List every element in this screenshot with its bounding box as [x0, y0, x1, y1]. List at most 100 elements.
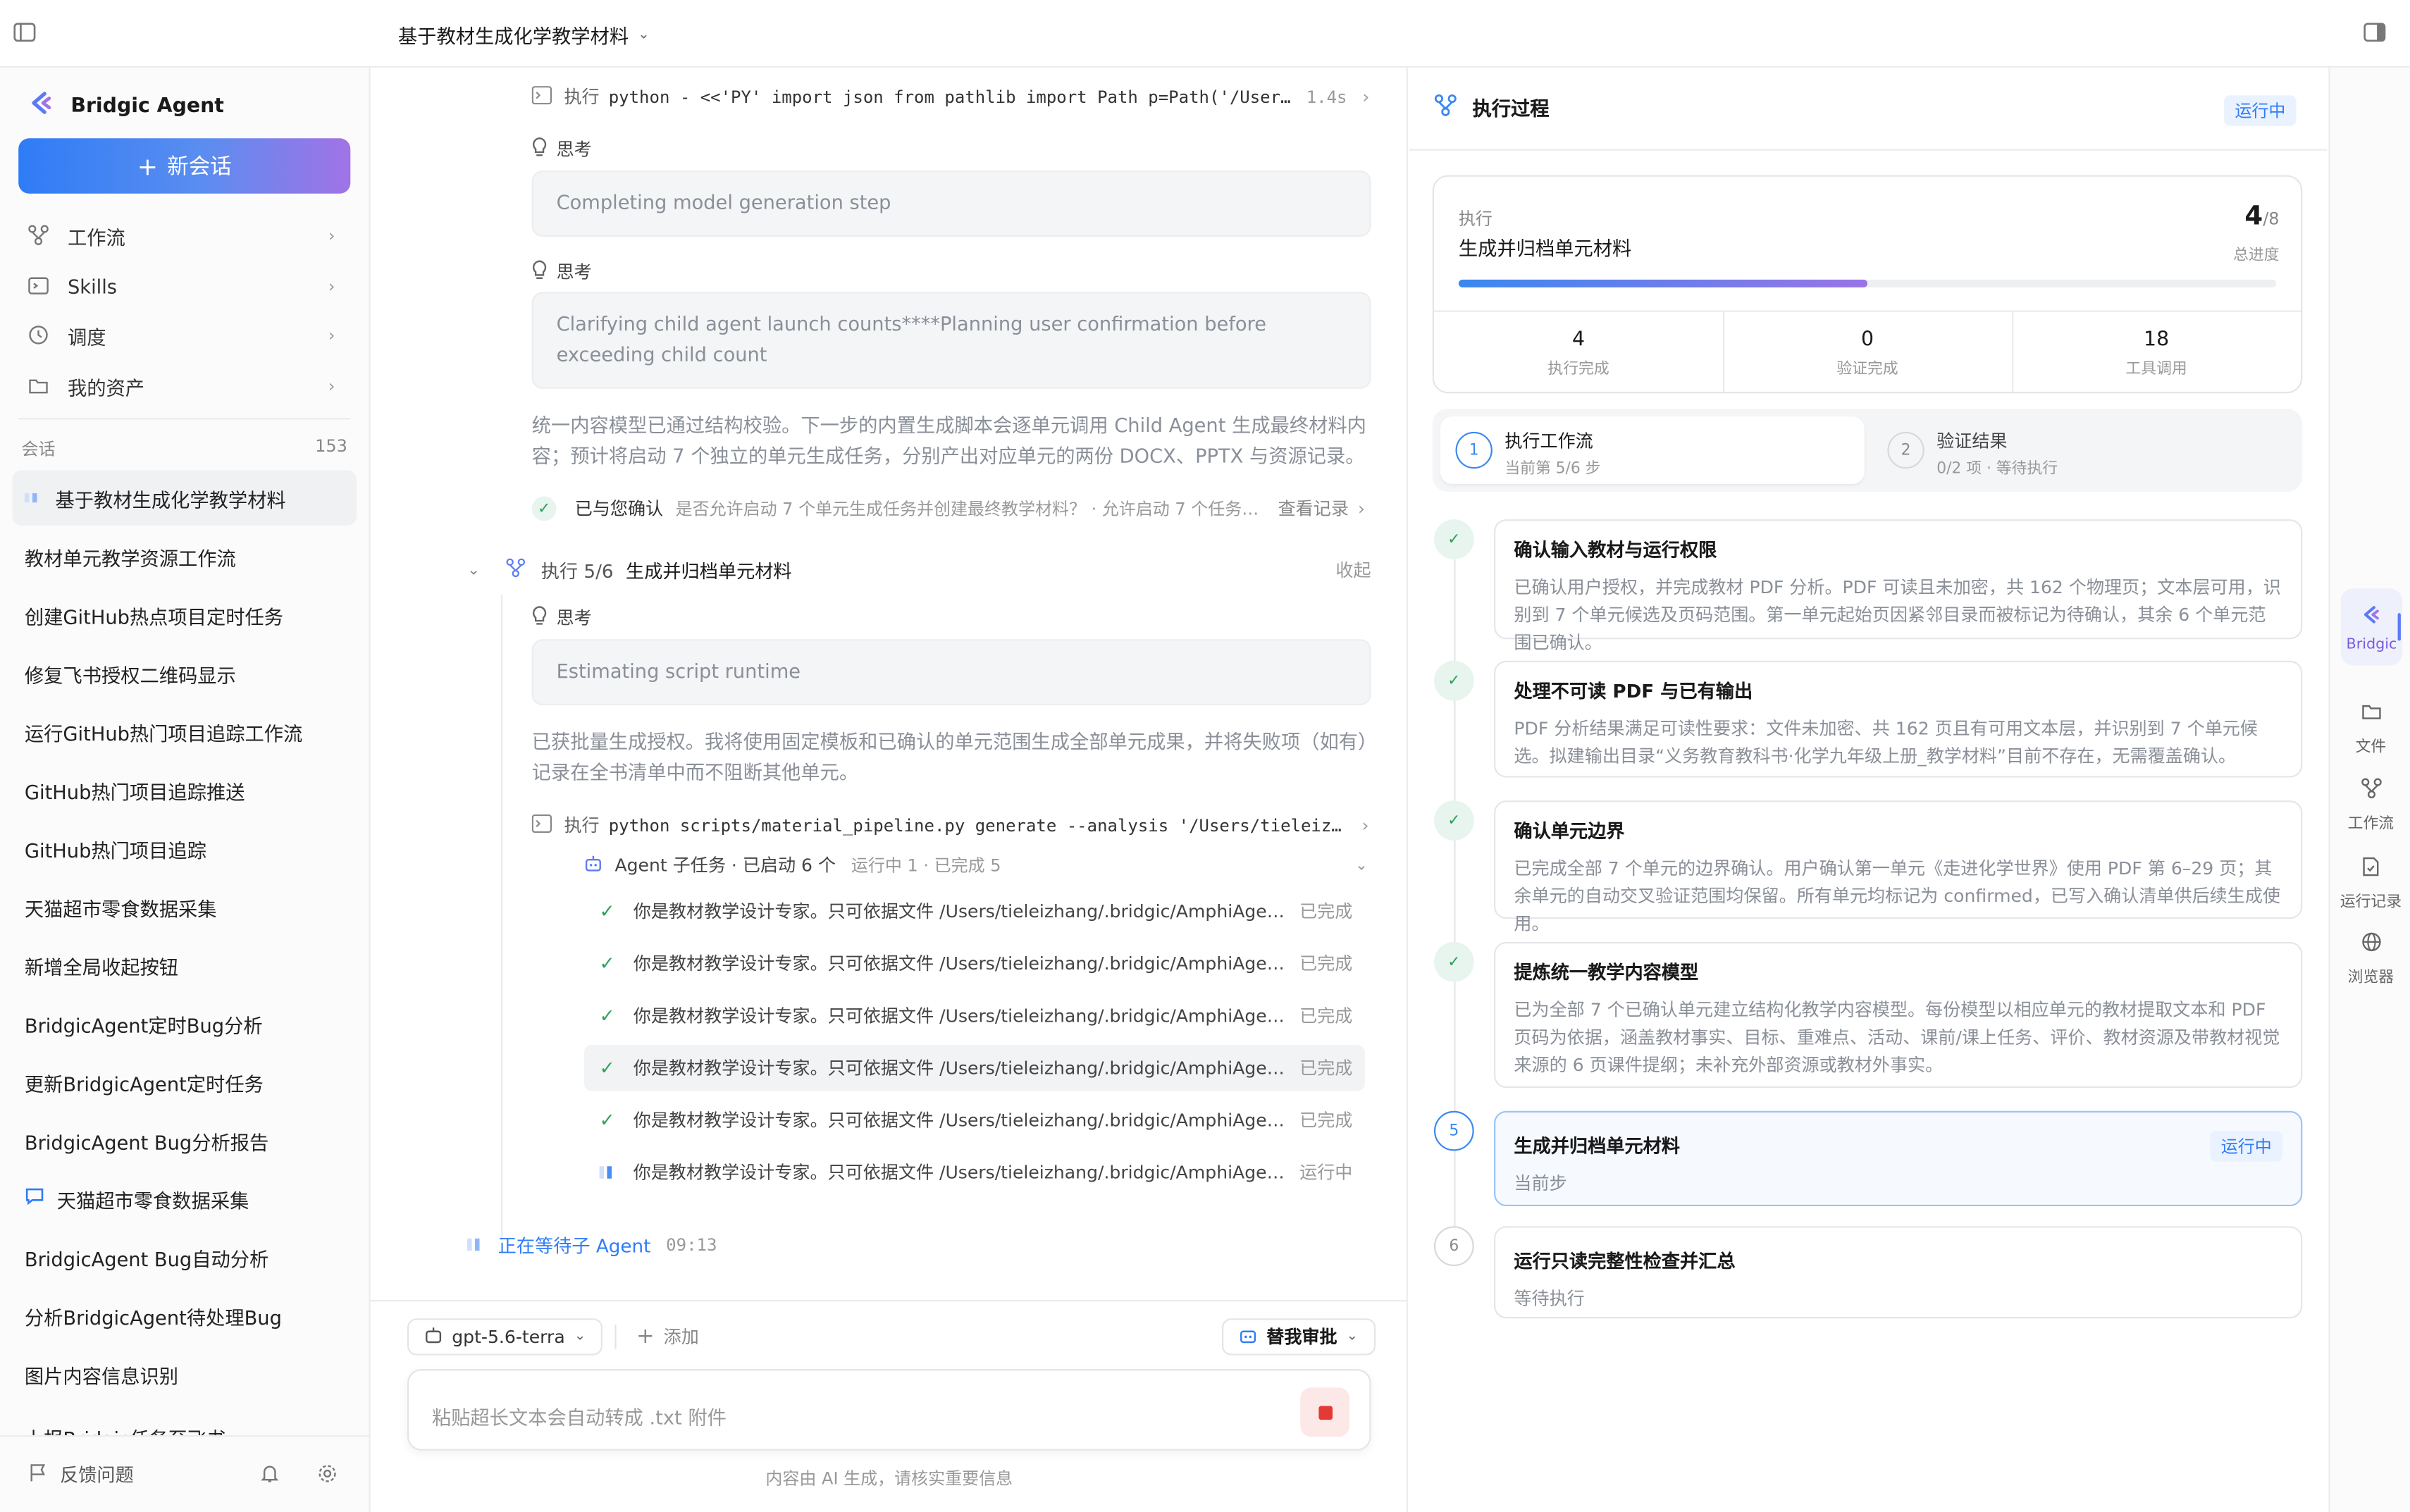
step-done-icon: ✓ — [1433, 941, 1474, 982]
session-item[interactable]: 运行GitHub热门项目追踪工作流 — [12, 704, 357, 760]
feedback-link[interactable]: 反馈问题 — [60, 1461, 134, 1487]
session-item[interactable]: BridgicAgent定时Bug分析 — [12, 996, 357, 1051]
toggle-sidebar-icon[interactable] — [12, 20, 37, 44]
subtask-row[interactable]: ✓ 你是教材教学设计专家。只可依据文件 /Users/tieleizhang/.… — [584, 888, 1365, 934]
step-description: 等待执行 — [1514, 1287, 1585, 1310]
session-item-active[interactable]: 基于教材生成化学教学材料 — [12, 470, 357, 526]
approval-mode-label: 替我审批 — [1266, 1326, 1337, 1348]
stat-label: 执行完成 — [1547, 361, 1609, 378]
workflow-step-3[interactable]: 确认单元边界 已完成全部 7 个单元的边界确认。用户确认第一单元《走进化学世界》… — [1494, 800, 2303, 934]
tool-call-row[interactable]: 执行 python scripts/material_pipeline.py g… — [531, 808, 1370, 842]
tab-verify-results[interactable]: 2 验证结果 0/2 项 · 等待执行 — [1872, 416, 2297, 484]
waiting-indicator: 正在等待子 Agent 09:13 — [467, 1228, 717, 1262]
workflow-step-6[interactable]: 运行只读完整性检查并汇总 等待执行 — [1494, 1226, 2303, 1319]
view-record-link[interactable]: 查看记录 — [1278, 496, 1349, 521]
rail-item-run-records[interactable]: 运行记录 — [2330, 856, 2410, 911]
session-item[interactable]: 教材单元教学资源工作流 — [12, 528, 357, 584]
chevron-right-icon: › — [1361, 814, 1369, 836]
session-label: 上报Bridgic任务至飞书 — [25, 1423, 226, 1435]
tab-execute-workflow[interactable]: 1 执行工作流 当前第 5/6 步 — [1440, 416, 1865, 484]
conversation-title[interactable]: 基于教材生成化学教学材料 ⌄ — [398, 20, 650, 49]
workflow-step-2[interactable]: 处理不可读 PDF 与已有输出 PDF 分析结果满足可读性要求：文件未加密、共 … — [1494, 660, 2303, 778]
session-label: 天猫超市零食数据采集 — [24, 896, 217, 920]
status-badge: 运行中 — [2224, 95, 2297, 126]
add-attachment-button[interactable]: + 添加 — [636, 1318, 699, 1355]
subtask-status: 运行中 — [1299, 1161, 1353, 1184]
bell-icon[interactable] — [260, 1463, 280, 1489]
session-item[interactable]: GitHub热门项目追踪 — [12, 821, 357, 876]
session-item[interactable]: 新增全局收起按钮 — [12, 937, 357, 993]
toggle-panel-icon[interactable] — [2362, 20, 2387, 44]
nav-item-schedule[interactable]: 调度 › — [18, 312, 350, 358]
execution-step-title: 生成并归档单元材料 — [626, 559, 792, 582]
rail-item-browser[interactable]: 浏览器 — [2330, 931, 2410, 986]
workflow-step-1[interactable]: 确认输入教材与运行权限 已确认用户授权，并完成教材 PDF 分析。PDF 可读且… — [1494, 519, 2303, 653]
workflow-step-5[interactable]: 生成并归档单元材料 当前步 运行中 — [1494, 1110, 2303, 1206]
progress-label: 总进度 — [2233, 247, 2280, 265]
session-item[interactable]: 天猫超市零食数据采集 — [12, 879, 357, 934]
subtask-status: 已完成 — [1299, 1109, 1353, 1132]
session-item[interactable]: BridgicAgent Bug自动分析 — [12, 1229, 357, 1285]
subtask-row[interactable]: ✓ 你是教材教学设计专家。只可依据文件 /Users/tieleizhang/.… — [584, 941, 1365, 986]
top-bar: 基于教材生成化学教学材料 ⌄ — [0, 0, 2410, 68]
session-item[interactable]: 上报Bridgic任务至飞书 — [12, 1404, 357, 1435]
tool-call-row[interactable]: 执行 python - <<'PY' import json from path… — [531, 80, 1369, 113]
subtask-text: 你是教材教学设计专家。只可依据文件 /Users/tieleizhang/.br… — [633, 900, 1287, 922]
workflow-icon — [18, 224, 58, 246]
subtask-group-header[interactable]: Agent 子任务 · 已启动 6 个 运行中 1 · 已完成 5 ⌄ — [584, 848, 1368, 882]
session-item[interactable]: 修复飞书授权二维码显示 — [12, 645, 357, 701]
step-done-icon: ✓ — [1433, 519, 1474, 559]
rail-item-workflow[interactable]: 工作流 — [2330, 778, 2410, 833]
workflow-icon — [2360, 778, 2382, 804]
brand-name: Bridgic Agent — [70, 94, 224, 118]
step-description: PDF 分析结果满足可读性要求：文件未加密、共 162 页且有可用文本层，并识别… — [1514, 717, 2258, 767]
nav-item-workflow[interactable]: 工作流 › — [18, 212, 350, 258]
rail-item-bridgic[interactable]: Bridgic — [2340, 588, 2403, 666]
session-item[interactable]: 天猫超市零食数据采集 — [12, 1171, 357, 1227]
rail-item-files[interactable]: 文件 — [2330, 700, 2410, 756]
running-indicator-icon — [467, 1238, 483, 1251]
step-status-badge: 运行中 — [2210, 1131, 2282, 1162]
session-item[interactable]: 分析BridgicAgent待处理Bug — [12, 1288, 357, 1344]
approval-mode-button[interactable]: 替我审批 ⌄ — [1221, 1318, 1376, 1356]
session-item[interactable]: 更新BridgicAgent定时任务 — [12, 1054, 357, 1110]
stat-value: 0 — [1861, 328, 1874, 352]
record-icon — [2361, 856, 2380, 882]
confirmation-row[interactable]: ✓ 已与您确认 是否允许启动 7 个单元生成任务并创建最终教学材料？ · 允许启… — [531, 492, 1370, 526]
chevron-down-icon: ⌄ — [574, 1329, 586, 1345]
chevron-down-icon: ⌄ — [1346, 1329, 1359, 1345]
stat-label: 工具调用 — [2125, 361, 2187, 378]
subtask-row[interactable]: ✓ 你是教材教学设计专家。只可依据文件 /Users/tieleizhang/.… — [583, 1045, 1365, 1091]
terminal-icon — [531, 85, 552, 109]
session-label: GitHub热门项目追踪推送 — [24, 779, 245, 803]
session-item[interactable]: 图片内容信息识别 — [12, 1346, 357, 1401]
session-item[interactable]: GitHub热门项目追踪推送 — [12, 762, 357, 818]
nav-item-assets[interactable]: 我的资产 › — [18, 363, 350, 409]
subtask-row[interactable]: ✓ 你是教材教学设计专家。只可依据文件 /Users/tieleizhang/.… — [584, 993, 1365, 1039]
settings-icon[interactable] — [316, 1463, 338, 1489]
bridgic-logo-icon — [27, 89, 55, 123]
workflow-step-4[interactable]: 提炼统一教学内容模型 已为全部 7 个已确认单元建立结构化教学内容模型。每份模型… — [1494, 941, 2303, 1089]
session-item[interactable]: BridgicAgent Bug分析报告 — [12, 1113, 357, 1168]
thinking-label-text: 思考 — [556, 261, 592, 283]
new-chat-button[interactable]: + 新会话 — [18, 138, 351, 194]
execution-step-prefix: 执行 5/6 — [540, 559, 614, 582]
robot-icon — [584, 853, 602, 876]
subtask-text: 你是教材教学设计专家。只可依据文件 /Users/tieleizhang/.br… — [633, 1005, 1287, 1027]
waiting-label: 正在等待子 Agent — [498, 1234, 651, 1256]
session-label: BridgicAgent Bug分析报告 — [24, 1130, 269, 1153]
model-selector[interactable]: gpt-5.6-terra ⌄ — [407, 1318, 603, 1356]
subtask-row[interactable]: 你是教材教学设计专家。只可依据文件 /Users/tieleizhang/.br… — [584, 1149, 1365, 1195]
collapse-button[interactable]: 收起 — [1335, 558, 1371, 583]
lightbulb-icon — [532, 260, 548, 285]
execution-step-header[interactable]: ⌄ 执行 5/6 生成并归档单元材料 收起 — [467, 553, 1374, 587]
nav-item-skills[interactable]: Skills › — [18, 263, 350, 309]
message-input-box[interactable]: 粘贴超长文本会自动转成 .txt 附件 — [407, 1369, 1371, 1451]
step-running-icon: 5 — [1433, 1110, 1474, 1151]
stop-button[interactable] — [1300, 1387, 1350, 1437]
step-title: 确认单元边界 — [1514, 820, 1625, 843]
subtask-row[interactable]: ✓ 你是教材教学设计专家。只可依据文件 /Users/tieleizhang/.… — [584, 1097, 1365, 1143]
session-item[interactable]: 创建GitHub热点项目定时任务 — [12, 587, 357, 643]
terminal-icon — [531, 813, 552, 837]
thinking-box: Clarifying child agent launch counts****… — [531, 292, 1371, 389]
